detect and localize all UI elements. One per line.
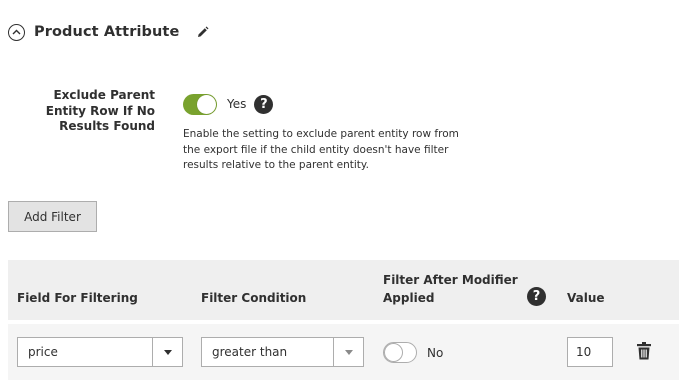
filter-grid-header: Field For Filtering Filter Condition Fil… (8, 260, 679, 320)
pencil-icon[interactable] (196, 26, 209, 39)
condition-select[interactable]: greater than (201, 337, 364, 367)
exclude-parent-label: Exclude Parent Entity Row If No Results … (45, 88, 155, 133)
field-select-value: price (28, 345, 58, 359)
modifier-state: No (427, 345, 444, 360)
exclude-parent-toggle-row: Yes ? (183, 92, 274, 116)
field-select[interactable]: price (17, 337, 183, 367)
modifier-toggle-row: No (383, 342, 443, 363)
chevron-down-icon[interactable] (333, 338, 363, 366)
column-header-field: Field For Filtering (17, 291, 138, 305)
help-icon[interactable]: ? (254, 94, 274, 114)
column-header-value: Value (567, 291, 605, 305)
table-row: price greater than No (8, 324, 679, 380)
collapse-icon[interactable] (8, 23, 25, 41)
column-header-modifier: Filter After Modifier Applied (383, 273, 518, 305)
add-filter-button[interactable]: Add Filter (8, 201, 97, 232)
chevron-down-icon[interactable] (152, 338, 182, 366)
switch-knob (384, 343, 403, 362)
exclude-parent-switch[interactable] (183, 93, 217, 115)
exclude-parent-state: Yes (227, 97, 247, 111)
modifier-switch[interactable] (383, 342, 417, 363)
section-title: Product Attribute (34, 24, 180, 40)
value-input[interactable] (567, 337, 613, 367)
trash-icon[interactable] (637, 342, 651, 364)
column-header-condition: Filter Condition (201, 291, 307, 305)
condition-select-value: greater than (212, 345, 288, 359)
exclude-parent-note: Enable the setting to exclude parent ent… (183, 128, 459, 171)
section-header[interactable]: Product Attribute (8, 20, 209, 44)
modifier-help-icon[interactable]: ? (527, 287, 546, 306)
switch-knob (197, 94, 216, 114)
